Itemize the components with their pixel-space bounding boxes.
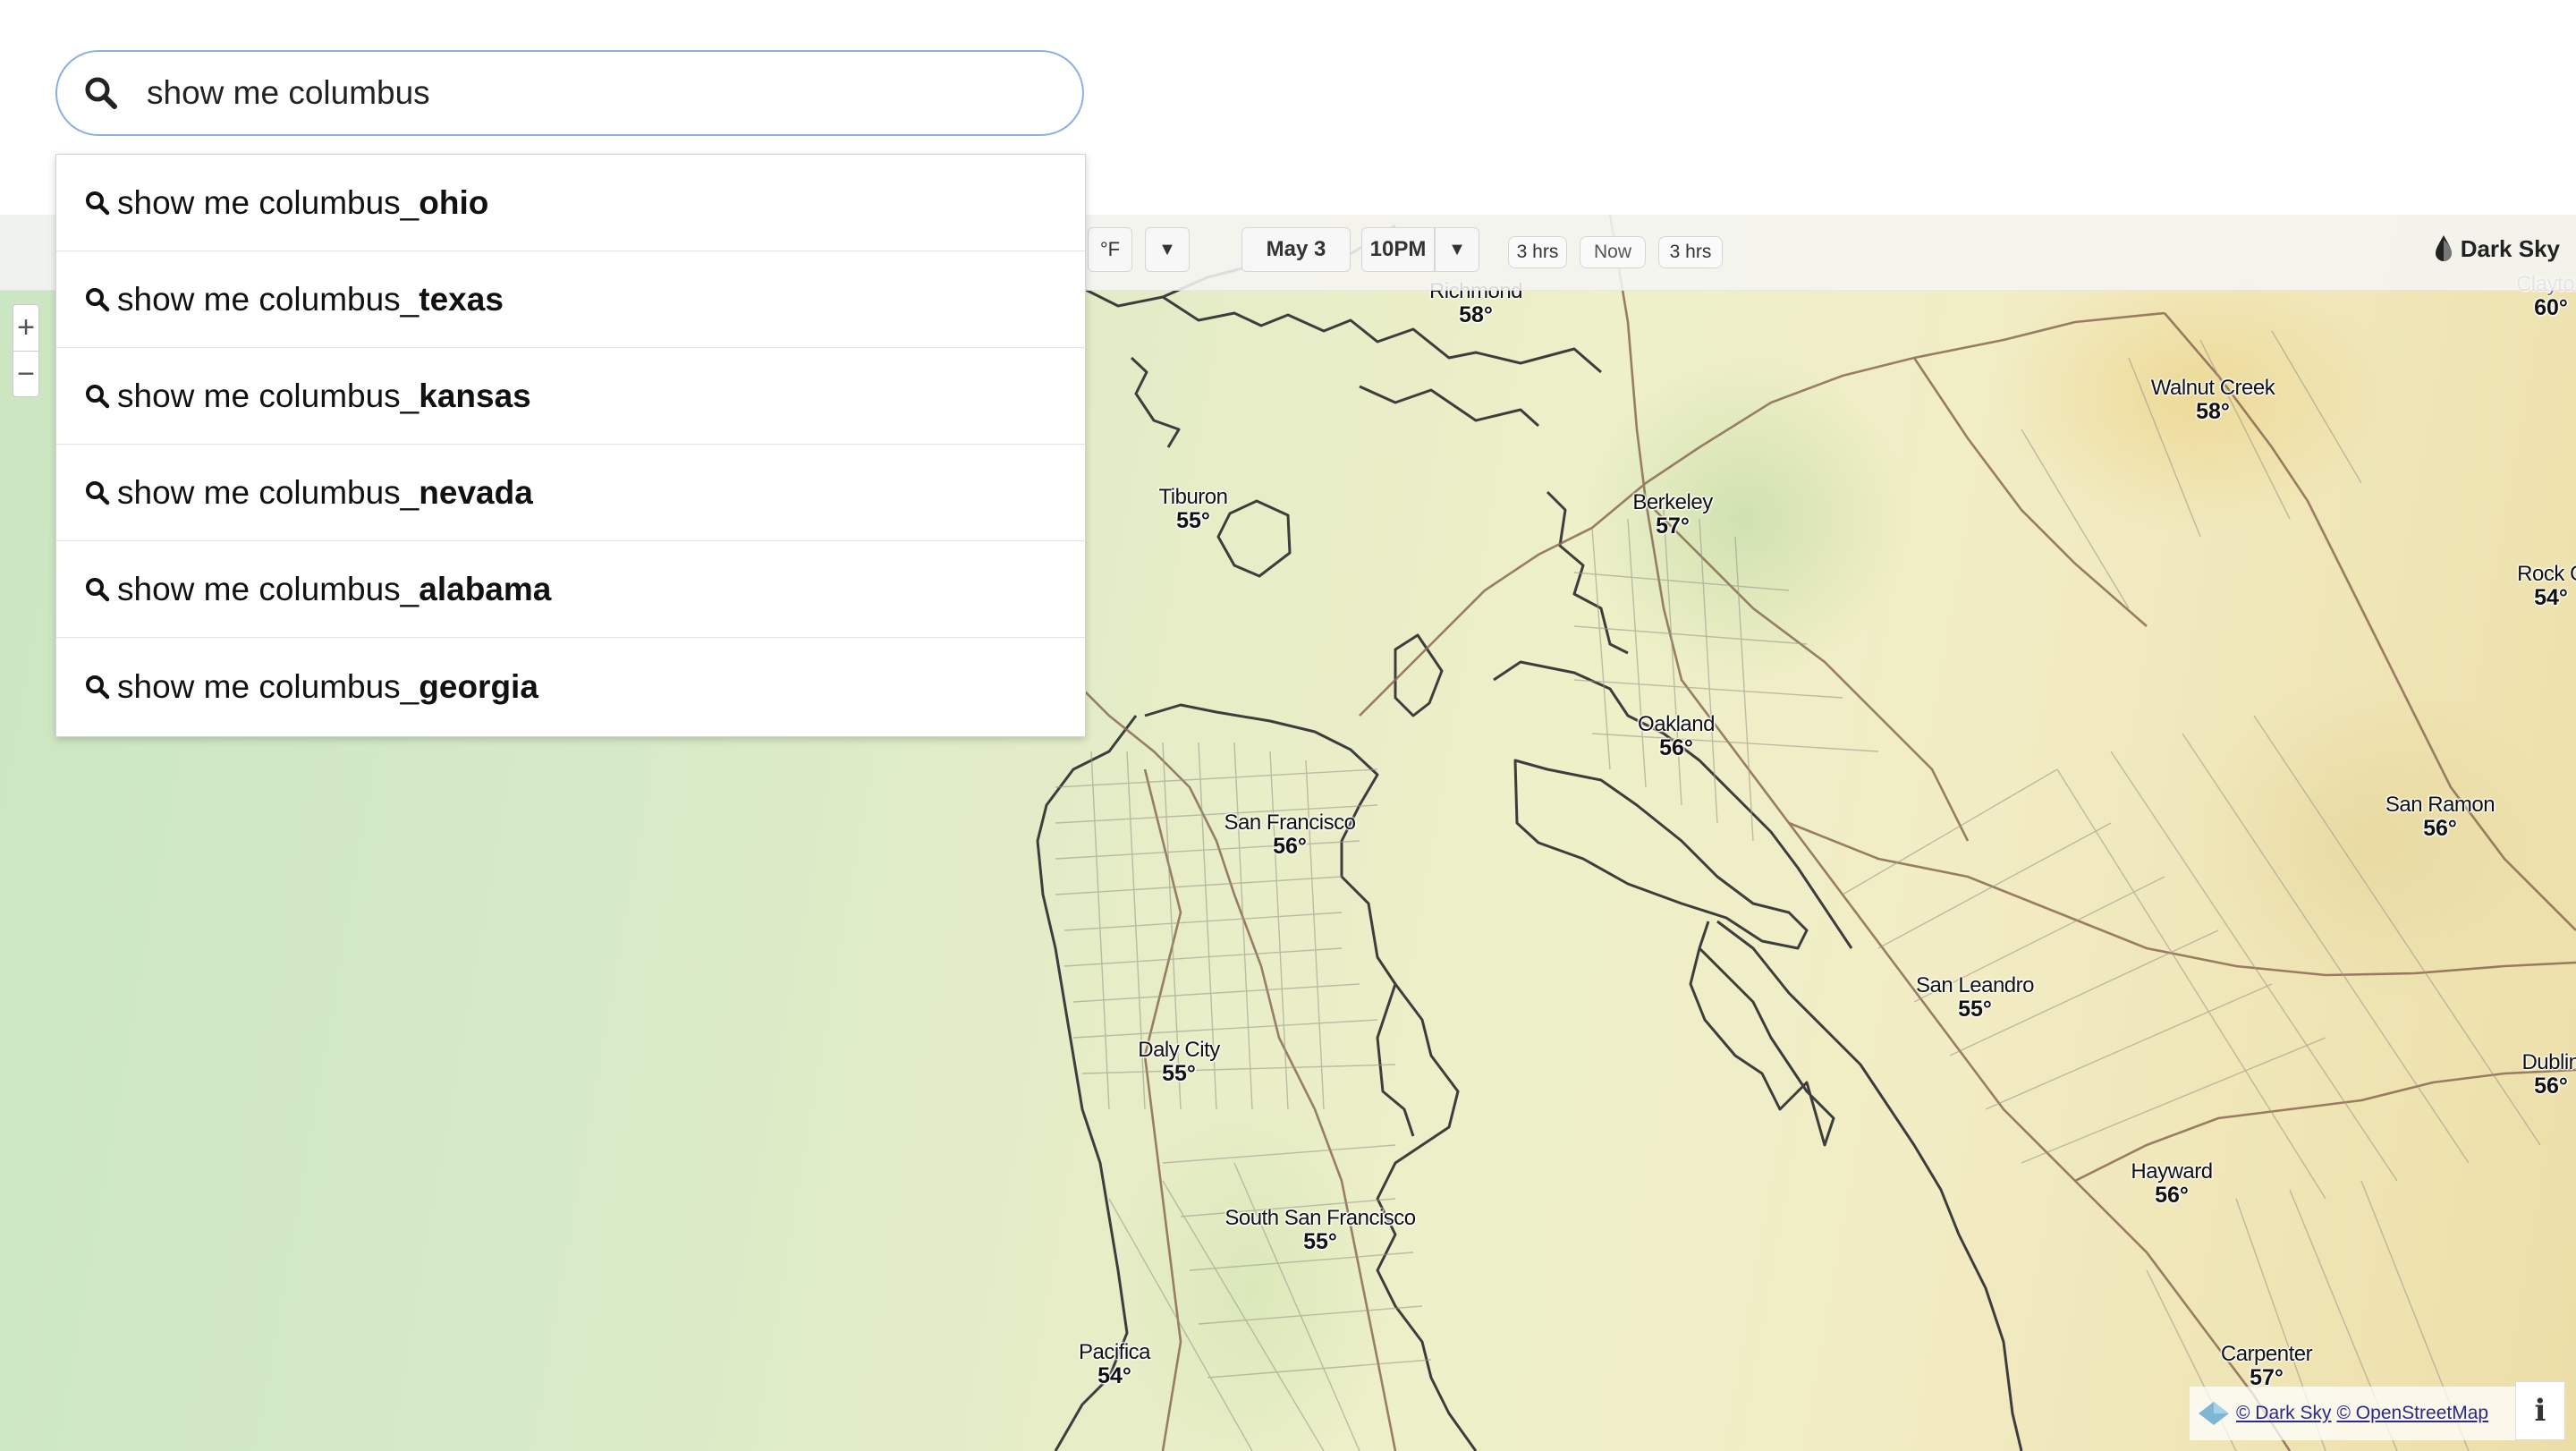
suggestion-item[interactable]: show me columbus_ nevada: [56, 445, 1085, 541]
search-icon: [85, 191, 110, 216]
city-label: San Francisco 56°: [1224, 810, 1356, 860]
search-suggestions: show me columbus_ ohio show me columbus_ t…: [55, 154, 1086, 737]
search-icon: [85, 675, 110, 700]
dark-sky-diamond-icon: [2199, 1402, 2229, 1425]
search-icon: [84, 76, 127, 110]
city-label: Hayward 56°: [2131, 1159, 2213, 1209]
city-label: Oakland 56°: [1638, 712, 1715, 761]
suggestion-keyword: alabama: [419, 570, 552, 607]
suggestion-item[interactable]: show me columbus_ georgia: [56, 638, 1085, 736]
suggestion-item[interactable]: show me columbus_ texas: [56, 251, 1085, 348]
city-label: South San Francisco 55°: [1224, 1206, 1416, 1255]
suggestion-keyword: ohio: [419, 183, 489, 221]
suggestion-item[interactable]: show me columbus_ kansas: [56, 348, 1085, 445]
search-box[interactable]: [55, 50, 1084, 136]
unit-dropdown-button[interactable]: ▼: [1145, 227, 1190, 272]
city-label: Dublin 56°: [2521, 1050, 2576, 1099]
suggestion-prefix: show me columbus_: [117, 668, 419, 705]
forward-3hrs-button[interactable]: 3 hrs: [1658, 236, 1723, 268]
search-icon: [85, 577, 110, 602]
search-icon: [85, 384, 110, 409]
suggestion-keyword: georgia: [419, 668, 538, 705]
search-icon: [85, 287, 110, 312]
suggestion-prefix: show me columbus_: [117, 570, 419, 607]
suggestion-item[interactable]: show me columbus_ alabama: [56, 541, 1085, 638]
suggestion-keyword: nevada: [419, 473, 533, 511]
city-label: Tiburon 55°: [1158, 485, 1228, 534]
openstreetmap-attribution-link[interactable]: © OpenStreetMap: [2337, 1403, 2489, 1424]
suggestion-prefix: show me columbus_: [117, 473, 419, 511]
map-attribution: © Dark Sky © OpenStreetMap: [2190, 1387, 2522, 1440]
suggestion-prefix: show me columbus_: [117, 377, 419, 414]
suggestion-keyword: kansas: [419, 377, 531, 414]
city-label: Walnut Creek 58°: [2150, 376, 2275, 425]
date-button[interactable]: May 3: [1241, 227, 1351, 272]
now-button[interactable]: Now: [1580, 236, 1646, 268]
back-3hrs-button[interactable]: 3 hrs: [1508, 236, 1567, 268]
info-button[interactable]: i: [2515, 1381, 2565, 1440]
zoom-in-button[interactable]: +: [13, 305, 38, 351]
brand-label: Dark Sky: [2460, 234, 2560, 262]
zoom-out-button[interactable]: −: [13, 351, 38, 397]
search-input[interactable]: [147, 74, 1023, 112]
raindrop-icon: [2435, 235, 2452, 261]
suggestion-item[interactable]: show me columbus_ ohio: [56, 155, 1085, 251]
zoom-controls: + −: [13, 304, 39, 397]
time-dropdown-button[interactable]: ▼: [1435, 227, 1479, 272]
city-label: Berkeley 57°: [1632, 490, 1713, 539]
dark-sky-logo[interactable]: Dark Sky: [2434, 234, 2560, 263]
city-label: Pacifica 54°: [1078, 1340, 1151, 1389]
city-label: Daly City 55°: [1138, 1038, 1220, 1087]
city-label: Rock C54°: [2517, 562, 2576, 611]
suggestion-prefix: show me columbus_: [117, 183, 419, 221]
suggestion-prefix: show me columbus_: [117, 280, 419, 318]
unit-button[interactable]: °F: [1088, 227, 1132, 272]
city-label: Carpenter 57°: [2220, 1342, 2313, 1391]
time-button[interactable]: 10PM: [1361, 227, 1435, 272]
dark-sky-attribution-link[interactable]: © Dark Sky: [2236, 1403, 2332, 1424]
suggestion-keyword: texas: [419, 280, 504, 318]
city-label: San Leandro 55°: [1916, 973, 2034, 1022]
search-icon: [85, 480, 110, 505]
city-label: San Ramon 56°: [2385, 793, 2496, 842]
